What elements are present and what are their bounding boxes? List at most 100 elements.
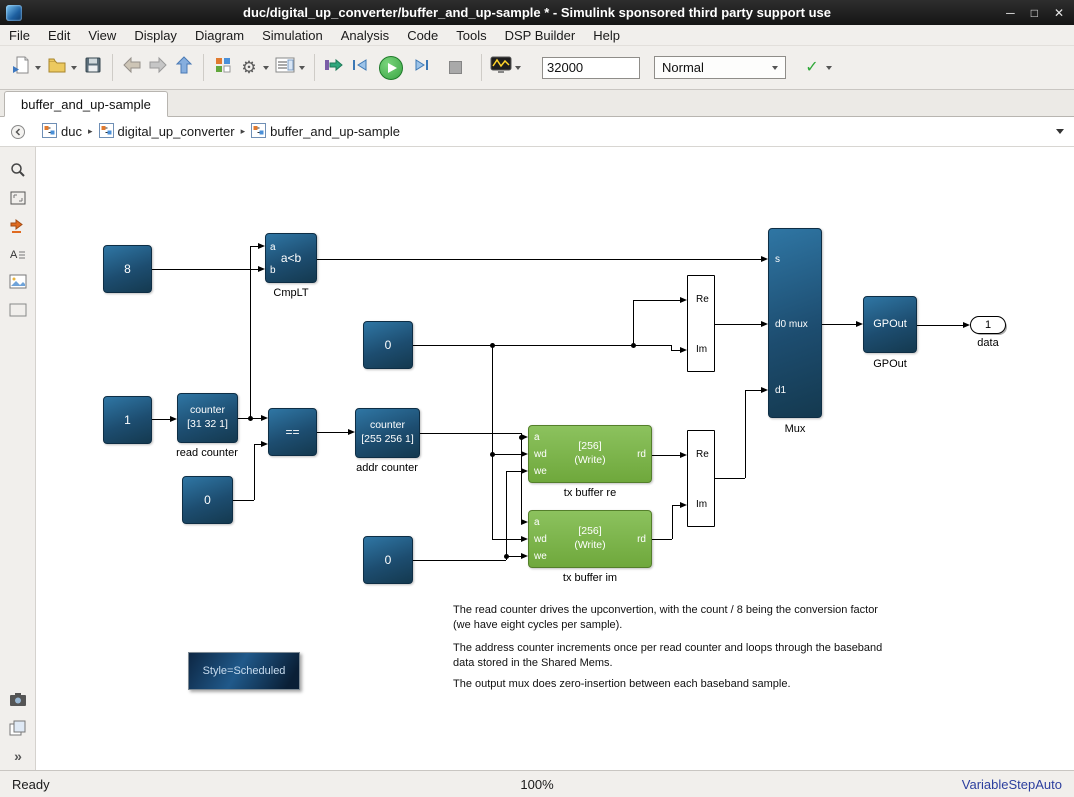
- library-browser-button[interactable]: [211, 54, 235, 82]
- block-equals[interactable]: ==: [268, 408, 317, 456]
- block-constant-0-top[interactable]: 0: [363, 321, 413, 369]
- wire-segment[interactable]: [492, 454, 522, 455]
- block-mux[interactable]: s d0 mux d1: [768, 228, 822, 418]
- back-button[interactable]: [120, 54, 144, 82]
- sim-stop-time-input[interactable]: [542, 57, 640, 79]
- wire-segment[interactable]: [633, 345, 671, 346]
- zoom-button[interactable]: [8, 160, 28, 180]
- model-config-button[interactable]: [273, 54, 297, 82]
- menu-edit[interactable]: Edit: [39, 25, 79, 46]
- tab-buffer-and-up-sample[interactable]: buffer_and_up-sample: [4, 91, 168, 117]
- wire-segment[interactable]: [822, 324, 857, 325]
- wire-segment[interactable]: [715, 324, 762, 325]
- block-bus-top[interactable]: Re Im: [687, 275, 715, 372]
- menu-tools[interactable]: Tools: [447, 25, 495, 46]
- wire-segment[interactable]: [233, 500, 254, 501]
- status-solver[interactable]: VariableStepAuto: [554, 777, 1062, 792]
- validate-dropdown[interactable]: [826, 66, 832, 70]
- menu-code[interactable]: Code: [398, 25, 447, 46]
- scope-dropdown[interactable]: [515, 66, 521, 70]
- wire-segment[interactable]: [745, 390, 762, 391]
- image-button[interactable]: [8, 272, 28, 292]
- menu-dsp-builder[interactable]: DSP Builder: [496, 25, 585, 46]
- wire-segment[interactable]: [672, 505, 673, 539]
- validate-button[interactable]: ✓: [800, 54, 824, 82]
- fast-restart-button[interactable]: [322, 54, 346, 82]
- wire-segment[interactable]: [917, 325, 964, 326]
- wire-segment[interactable]: [652, 455, 681, 456]
- block-read-counter[interactable]: counter[31 32 1]: [177, 393, 238, 443]
- minimize-button[interactable]: ─: [1006, 6, 1015, 20]
- wire-segment[interactable]: [671, 345, 672, 350]
- block-tx-buffer-im[interactable]: a wd we rd [256](Write): [528, 510, 652, 568]
- step-back-button[interactable]: [348, 54, 372, 82]
- viewmarks-button[interactable]: [8, 718, 28, 738]
- open-button[interactable]: [45, 54, 69, 82]
- area-box-button[interactable]: [8, 300, 28, 320]
- up-to-parent-button[interactable]: [172, 54, 196, 82]
- breadcrumb-item-buffer-and-up-sample[interactable]: buffer_and_up-sample: [249, 123, 402, 141]
- block-tx-buffer-re[interactable]: a wd we rd [256](Write): [528, 425, 652, 483]
- menu-diagram[interactable]: Diagram: [186, 25, 253, 46]
- diagram-canvas[interactable]: 8 1 0 0 0 a b a<b CmpLT counter[31 32 1]…: [36, 147, 1074, 770]
- screenshot-button[interactable]: [8, 690, 28, 710]
- hide-browser-button[interactable]: [10, 124, 26, 143]
- wire-segment[interactable]: [420, 433, 521, 434]
- block-constant-1[interactable]: 1: [103, 396, 152, 444]
- block-constant-8[interactable]: 8: [103, 245, 152, 293]
- wire-segment[interactable]: [317, 432, 349, 433]
- wire-segment[interactable]: [633, 300, 681, 301]
- block-outport-data[interactable]: 1: [970, 316, 1006, 334]
- wire-segment[interactable]: [152, 419, 171, 420]
- breadcrumb-item-duc[interactable]: duc: [40, 123, 84, 141]
- wire-segment[interactable]: [633, 300, 634, 345]
- expand-palette-button[interactable]: [8, 746, 28, 766]
- menu-view[interactable]: View: [79, 25, 125, 46]
- new-model-dropdown[interactable]: [35, 66, 41, 70]
- block-style-scheduled[interactable]: Style=Scheduled: [188, 652, 300, 690]
- wire-segment[interactable]: [506, 471, 522, 472]
- save-button[interactable]: [81, 54, 105, 82]
- wire-segment[interactable]: [254, 444, 255, 500]
- wire-segment[interactable]: [652, 539, 672, 540]
- update-diagram-button[interactable]: [8, 216, 28, 236]
- menu-display[interactable]: Display: [125, 25, 186, 46]
- new-model-button[interactable]: [9, 54, 33, 82]
- wire-segment[interactable]: [492, 539, 522, 540]
- wire-segment[interactable]: [506, 471, 507, 560]
- wire-segment[interactable]: [413, 560, 506, 561]
- block-addr-counter[interactable]: counter[255 256 1]: [355, 408, 420, 458]
- block-constant-0-eq[interactable]: 0: [182, 476, 233, 524]
- open-dropdown[interactable]: [71, 66, 77, 70]
- wire-segment[interactable]: [413, 345, 633, 346]
- run-button[interactable]: [379, 54, 403, 82]
- menu-file[interactable]: File: [0, 25, 39, 46]
- close-button[interactable]: ✕: [1054, 6, 1064, 20]
- annotation-button[interactable]: A: [8, 244, 28, 264]
- model-settings-button[interactable]: ⚙: [237, 54, 261, 82]
- wire-segment[interactable]: [521, 433, 522, 522]
- block-constant-0-bottom[interactable]: 0: [363, 536, 413, 584]
- wire-segment[interactable]: [317, 259, 762, 260]
- forward-button[interactable]: [146, 54, 170, 82]
- model-config-dropdown[interactable]: [299, 66, 305, 70]
- wire-segment[interactable]: [250, 246, 251, 418]
- step-forward-button[interactable]: [410, 54, 434, 82]
- scope-button[interactable]: [489, 54, 513, 82]
- fit-to-view-button[interactable]: [8, 188, 28, 208]
- wire-segment[interactable]: [715, 478, 745, 479]
- model-settings-dropdown[interactable]: [263, 66, 269, 70]
- sim-mode-select[interactable]: Normal: [654, 56, 786, 79]
- wire-segment[interactable]: [152, 269, 259, 270]
- wire-segment[interactable]: [745, 390, 746, 478]
- menu-help[interactable]: Help: [584, 25, 629, 46]
- menu-simulation[interactable]: Simulation: [253, 25, 332, 46]
- breadcrumb-dropdown[interactable]: [1056, 129, 1064, 134]
- menu-analysis[interactable]: Analysis: [332, 25, 398, 46]
- block-bus-bottom[interactable]: Re Im: [687, 430, 715, 527]
- block-gpout[interactable]: GPOut: [863, 296, 917, 353]
- block-cmplt[interactable]: a b a<b: [265, 233, 317, 283]
- maximize-button[interactable]: □: [1031, 6, 1038, 20]
- wire-segment[interactable]: [492, 345, 493, 539]
- stop-button[interactable]: [443, 54, 467, 82]
